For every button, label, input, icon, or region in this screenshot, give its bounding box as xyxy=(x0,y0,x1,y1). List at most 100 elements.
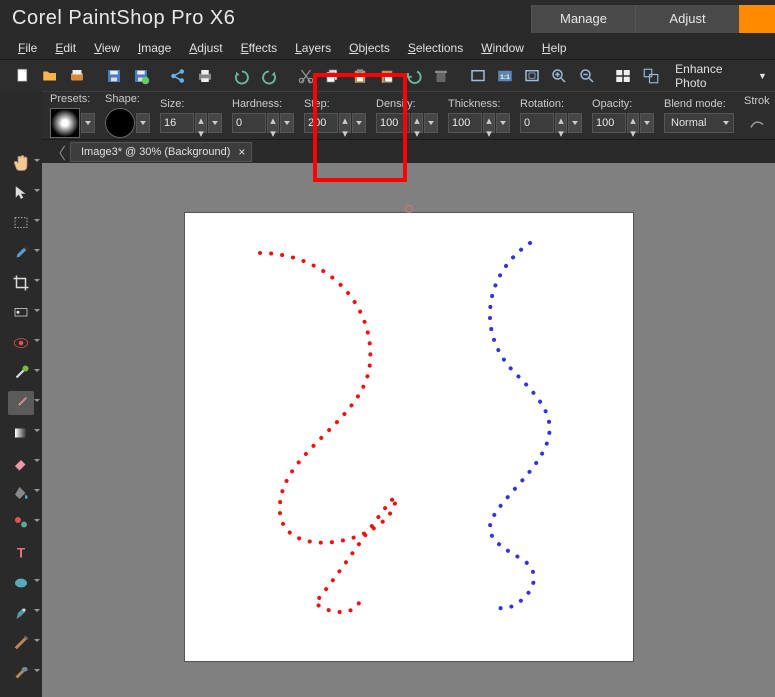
menu-effects[interactable]: Effects xyxy=(233,39,285,57)
fill-tool[interactable] xyxy=(8,481,34,505)
oil-brush-tool[interactable] xyxy=(8,661,34,685)
canvas[interactable] xyxy=(185,213,633,661)
pan-tool[interactable] xyxy=(8,151,34,175)
rotation-input[interactable] xyxy=(520,113,554,133)
density-spinner[interactable]: ▴▾ xyxy=(411,113,423,133)
workspace-tab-adjust[interactable]: Adjust xyxy=(635,5,739,33)
copy-icon[interactable] xyxy=(320,63,345,89)
fit-window-icon[interactable] xyxy=(520,63,545,89)
eraser-tool[interactable] xyxy=(8,451,34,475)
close-tab-icon[interactable]: × xyxy=(238,145,245,159)
blend-mode-value: Normal xyxy=(671,117,721,129)
density-dropdown-icon[interactable] xyxy=(424,113,438,133)
menu-layers[interactable]: Layers xyxy=(287,39,339,57)
shape-swatch[interactable] xyxy=(105,108,135,138)
canvas-viewport[interactable] xyxy=(42,163,775,697)
step-label: Step: xyxy=(304,98,366,110)
organizer-icon[interactable] xyxy=(611,63,636,89)
size-dropdown-icon[interactable] xyxy=(208,113,222,133)
makeover-tool[interactable] xyxy=(8,361,34,385)
rotation-label: Rotation: xyxy=(520,98,582,110)
stroke-label: Strok xyxy=(744,95,770,107)
menu-adjust[interactable]: Adjust xyxy=(181,39,230,57)
app-title: Corel PaintShop Pro X6 xyxy=(12,7,531,30)
opacity-input[interactable] xyxy=(592,113,626,133)
menu-edit[interactable]: Edit xyxy=(47,39,84,57)
hardness-dropdown-icon[interactable] xyxy=(280,113,294,133)
hardness-spinner[interactable]: ▴▾ xyxy=(267,113,279,133)
selection-tool[interactable] xyxy=(8,211,34,235)
eyedropper-tool[interactable] xyxy=(8,241,34,265)
blend-label: Blend mode: xyxy=(664,98,734,110)
zoom-in-icon[interactable] xyxy=(547,63,572,89)
thickness-dropdown-icon[interactable] xyxy=(496,113,510,133)
fullscreen-icon[interactable] xyxy=(466,63,491,89)
preset-dropdown-icon[interactable] xyxy=(81,113,95,133)
undo-history-icon[interactable] xyxy=(402,63,427,89)
paintbrush-tool[interactable] xyxy=(8,391,34,415)
redo-icon[interactable] xyxy=(256,63,281,89)
document-tab[interactable]: Image3* @ 30% (Background) × xyxy=(70,142,252,162)
undo-icon[interactable] xyxy=(229,63,254,89)
menu-selections[interactable]: Selections xyxy=(400,39,471,57)
menu-view[interactable]: View xyxy=(86,39,128,57)
paste-icon[interactable] xyxy=(347,63,372,89)
thickness-spinner[interactable]: ▴▾ xyxy=(483,113,495,133)
shape-label: Shape: xyxy=(105,93,150,105)
hardness-input[interactable] xyxy=(232,113,266,133)
paste-new-icon[interactable] xyxy=(374,63,399,89)
menu-file[interactable]: File xyxy=(10,39,45,57)
resize-icon[interactable] xyxy=(638,63,663,89)
actual-size-icon[interactable]: 1:1 xyxy=(493,63,518,89)
tool-palette: T xyxy=(0,91,42,697)
text-tool[interactable]: T xyxy=(8,541,34,565)
zoom-out-icon[interactable] xyxy=(574,63,599,89)
opacity-dropdown-icon[interactable] xyxy=(640,113,654,133)
pick-tool[interactable] xyxy=(8,181,34,205)
hardness-label: Hardness: xyxy=(232,98,294,110)
opacity-spinner[interactable]: ▴▾ xyxy=(627,113,639,133)
red-eye-tool[interactable] xyxy=(8,331,34,355)
size-spinner[interactable]: ▴▾ xyxy=(195,113,207,133)
menu-help[interactable]: Help xyxy=(534,39,575,57)
density-label: Density: xyxy=(376,98,438,110)
shape-dropdown-icon[interactable] xyxy=(136,113,150,133)
picture-tube-tool[interactable] xyxy=(8,511,34,535)
menu-image[interactable]: Image xyxy=(130,39,179,57)
presets-label: Presets: xyxy=(50,93,95,105)
preset-swatch[interactable] xyxy=(50,108,80,138)
menu-objects[interactable]: Objects xyxy=(341,39,398,57)
size-input[interactable] xyxy=(160,113,194,133)
delete-icon[interactable] xyxy=(429,63,454,89)
tab-scroll-left-icon[interactable]: 〈 xyxy=(50,144,66,160)
scanner-icon[interactable] xyxy=(64,63,89,89)
workspace-tab-manage[interactable]: Manage xyxy=(531,5,635,33)
step-spinner[interactable]: ▴▾ xyxy=(339,113,351,133)
step-input[interactable] xyxy=(304,113,338,133)
thickness-input[interactable] xyxy=(448,113,482,133)
straighten-tool[interactable] xyxy=(8,301,34,325)
rotation-dropdown-icon[interactable] xyxy=(568,113,582,133)
gradient-tool[interactable] xyxy=(8,421,34,445)
print-icon[interactable] xyxy=(192,63,217,89)
shape-tool[interactable] xyxy=(8,571,34,595)
workspace-tab-edit[interactable] xyxy=(739,5,775,33)
save-as-icon[interactable] xyxy=(128,63,153,89)
blend-mode-select[interactable]: Normal xyxy=(664,113,734,133)
crop-tool[interactable] xyxy=(8,271,34,295)
pen-tool[interactable] xyxy=(8,601,34,625)
warp-tool[interactable] xyxy=(8,631,34,655)
open-icon[interactable] xyxy=(37,63,62,89)
save-icon[interactable] xyxy=(101,63,126,89)
cut-icon[interactable] xyxy=(293,63,318,89)
enhance-photo-menu[interactable]: Enhance Photo▼ xyxy=(667,62,775,90)
menu-bar: File Edit View Image Adjust Effects Laye… xyxy=(0,37,775,59)
step-dropdown-icon[interactable] xyxy=(352,113,366,133)
share-icon[interactable] xyxy=(165,63,190,89)
density-input[interactable] xyxy=(376,113,410,133)
rotation-spinner[interactable]: ▴▾ xyxy=(555,113,567,133)
menu-window[interactable]: Window xyxy=(473,39,532,57)
new-icon[interactable] xyxy=(10,63,35,89)
rotation-handle-icon[interactable] xyxy=(405,205,413,213)
stroke-button[interactable] xyxy=(744,110,770,136)
